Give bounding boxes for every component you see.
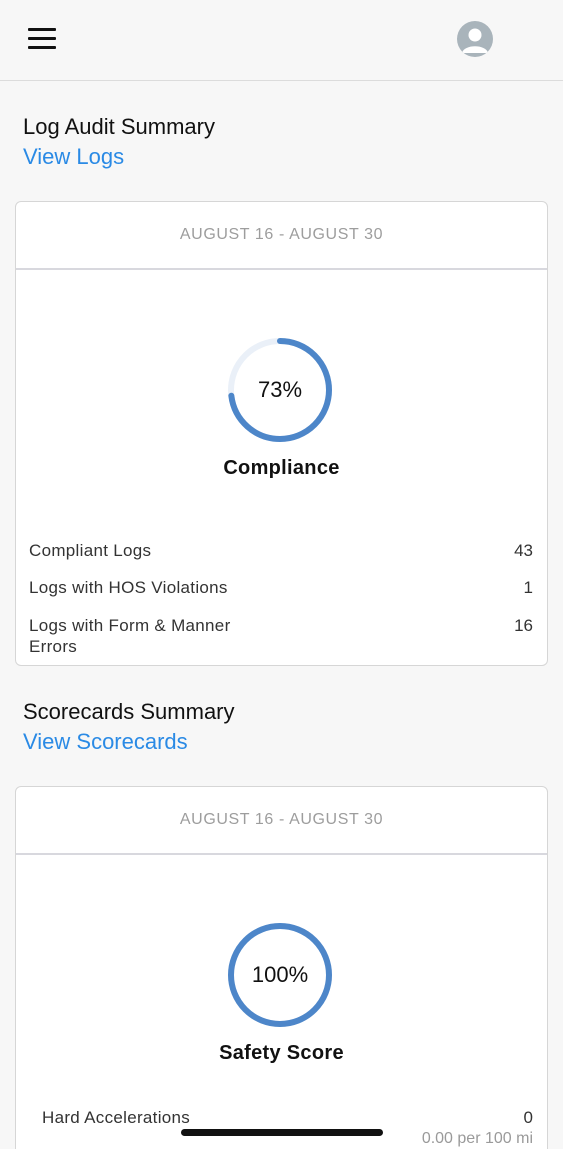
hamburger-menu-icon[interactable] xyxy=(28,28,56,50)
stat-name: Logs with Form & Manner Errors xyxy=(29,616,231,656)
menu-line xyxy=(28,28,56,31)
menu-line xyxy=(28,46,56,49)
log-audit-title: Log Audit Summary xyxy=(23,114,215,139)
safety-score-percent: 100% xyxy=(251,962,309,987)
log-audit-card: AUGUST 16 - AUGUST 30 73% Compliance Com… xyxy=(15,201,548,666)
stat-row: Hard Accelerations 0 0.00 per 100 mi xyxy=(42,1107,533,1149)
compliance-gauge: 73% xyxy=(226,336,334,444)
user-avatar-icon[interactable] xyxy=(457,21,493,57)
stat-rate: 0.00 per 100 mi xyxy=(421,1130,533,1147)
view-scorecards-link[interactable]: View Scorecards xyxy=(23,729,188,755)
stat-value: 1 xyxy=(523,578,533,597)
menu-line xyxy=(28,37,56,40)
scorecards-title: Scorecards Summary xyxy=(23,699,235,724)
scorecards-card: AUGUST 16 - AUGUST 30 100% Safety Score … xyxy=(15,786,548,1149)
date-range: AUGUST 16 - AUGUST 30 xyxy=(16,787,547,855)
stat-row: Logs with HOS Violations 1 xyxy=(29,577,533,599)
stat-name: Hard Accelerations xyxy=(42,1108,191,1127)
stat-value: 0 xyxy=(523,1108,533,1127)
safety-score-gauge: 100% xyxy=(226,921,334,1029)
stat-row: Compliant Logs 43 xyxy=(29,540,533,562)
stat-value: 43 xyxy=(514,541,533,560)
stat-value: 16 xyxy=(514,616,533,635)
top-bar xyxy=(0,0,563,81)
date-range: AUGUST 16 - AUGUST 30 xyxy=(16,202,547,270)
stat-name: Logs with HOS Violations xyxy=(29,578,228,597)
avatar-silhouette xyxy=(462,28,488,53)
home-indicator[interactable] xyxy=(181,1129,383,1136)
compliance-percent: 73% xyxy=(257,377,303,402)
stat-name: Compliant Logs xyxy=(29,541,152,560)
compliance-label: Compliance xyxy=(223,457,340,479)
safety-score-label: Safety Score xyxy=(219,1042,344,1064)
app-screen: Log Audit Summary View Logs AUGUST 16 - … xyxy=(0,0,563,1149)
stat-row: Logs with Form & Manner Errors 16 xyxy=(29,615,533,659)
view-logs-link[interactable]: View Logs xyxy=(23,144,124,170)
